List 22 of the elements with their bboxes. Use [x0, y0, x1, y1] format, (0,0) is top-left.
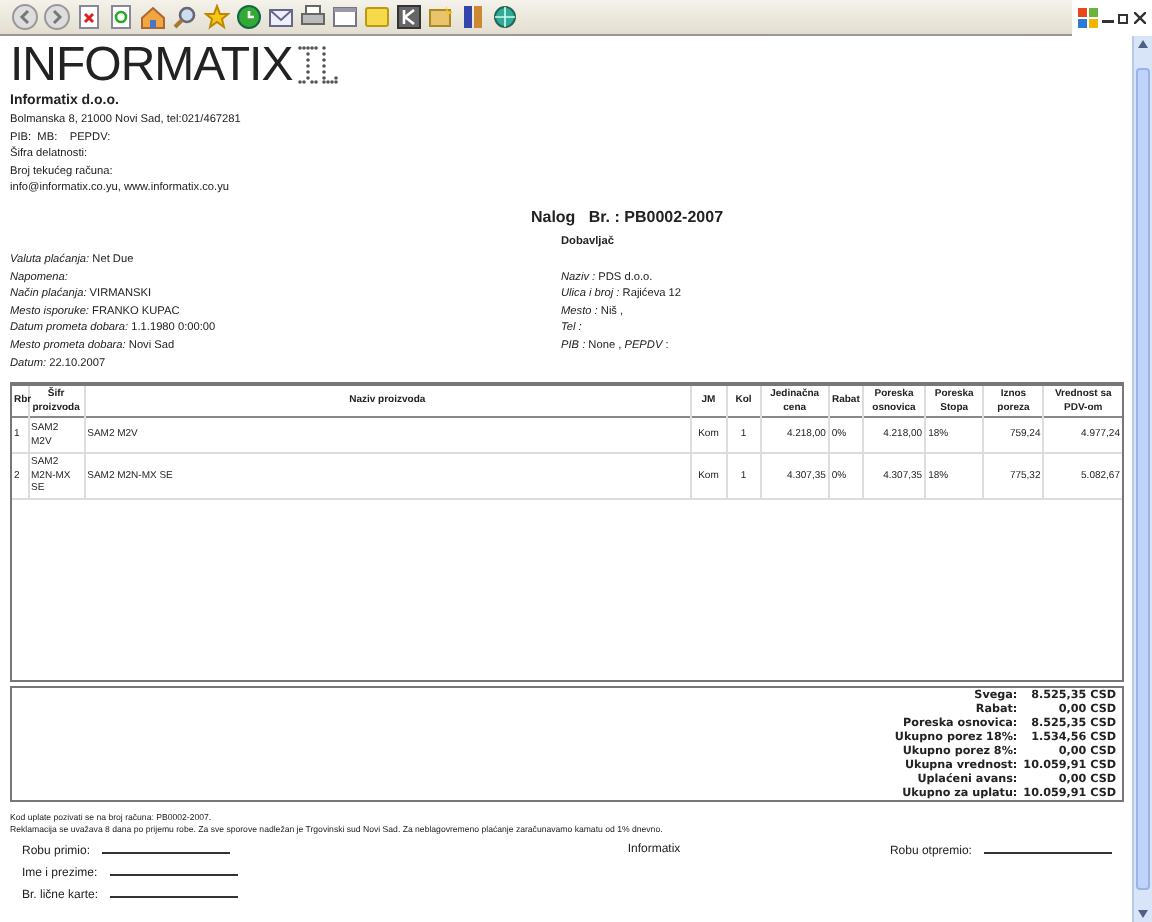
- restore-icon[interactable]: [1118, 12, 1130, 24]
- history-icon[interactable]: [236, 4, 262, 30]
- back-icon[interactable]: [12, 4, 38, 30]
- close-icon[interactable]: [1134, 12, 1146, 24]
- window-icon[interactable]: [332, 4, 358, 30]
- search-icon[interactable]: [172, 4, 198, 30]
- company-logo-text: INFORMATIX: [10, 40, 293, 92]
- scrollbar-thumb[interactable]: [1136, 68, 1150, 890]
- star-icon[interactable]: [204, 4, 230, 30]
- windows-logo-icon: [1078, 8, 1098, 28]
- globe-icon[interactable]: [492, 4, 518, 30]
- forward-icon[interactable]: [44, 4, 70, 30]
- book-icon[interactable]: [460, 4, 486, 30]
- document-title: Nalog Br. : PB0002-2007: [528, 205, 726, 230]
- home-icon[interactable]: [140, 4, 166, 30]
- stop-icon[interactable]: [76, 4, 102, 30]
- scroll-down-icon[interactable]: [1134, 906, 1152, 922]
- dotted-logo-icon: [298, 46, 343, 86]
- letter-k-icon[interactable]: [396, 4, 422, 30]
- print-icon[interactable]: [300, 4, 326, 30]
- mail-icon[interactable]: [268, 4, 294, 30]
- refresh-icon[interactable]: [108, 4, 134, 30]
